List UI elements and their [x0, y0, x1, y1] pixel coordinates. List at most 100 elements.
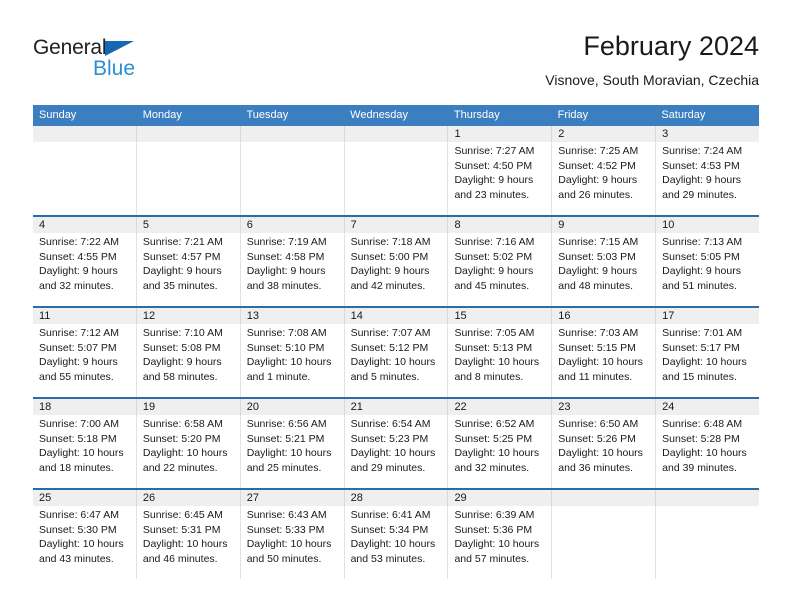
calendar-week-row: 18 19 20 21 22 23 24 Sunrise: 7:00 AM Sunset: 5:…: [33, 399, 759, 490]
day-info-line: Sunrise: 7:07 AM: [350, 327, 431, 339]
day-cell-5[interactable]: Sunrise: 7:21 AM Sunset: 4:57 PM Daylight:…: [137, 233, 241, 306]
day-number-29[interactable]: 29: [448, 490, 553, 506]
day-info-line: and 8 minutes.: [454, 370, 524, 383]
day-number-22[interactable]: 22: [448, 399, 553, 415]
day-number-12[interactable]: 12: [137, 308, 241, 324]
day-number-18[interactable]: 18: [33, 399, 137, 415]
day-info-line: and 45 minutes.: [454, 279, 530, 292]
day-info-line: and 57 minutes.: [454, 552, 530, 565]
day-info-line: Daylight: 10 hours: [142, 538, 228, 550]
day-cell-23[interactable]: Sunrise: 6:50 AM Sunset: 5:26 PM Daylight:…: [552, 415, 657, 488]
day-cell-14[interactable]: Sunrise: 7:07 AM Sunset: 5:12 PM Daylight:…: [345, 324, 449, 397]
day-info-line: and 29 minutes.: [350, 461, 426, 474]
day-number-28[interactable]: 28: [345, 490, 449, 506]
day-info-line: Sunset: 4:57 PM: [142, 250, 221, 263]
day-number-20[interactable]: 20: [241, 399, 345, 415]
day-info-line: Sunset: 5:17 PM: [662, 341, 740, 354]
day-number-23[interactable]: 23: [552, 399, 657, 415]
calendar-weeks: 1 2 3 Sunrise: 7:27 AM Sunset: 4:50 PM Daylig…: [33, 126, 759, 579]
day-cell-19[interactable]: Sunrise: 6:58 AM Sunset: 5:20 PM Daylight:…: [137, 415, 241, 488]
day-info-line: Sunrise: 7:25 AM: [558, 145, 639, 157]
day-info-line: Sunrise: 6:47 AM: [39, 509, 119, 521]
day-cell-4[interactable]: Sunrise: 7:22 AM Sunset: 4:55 PM Daylight:…: [33, 233, 137, 306]
day-number-24[interactable]: 24: [656, 399, 759, 415]
day-number-13[interactable]: 13: [241, 308, 345, 324]
day-cell-empty: [241, 142, 345, 215]
day-number-6[interactable]: 6: [241, 217, 345, 233]
day-cell-17[interactable]: Sunrise: 7:01 AM Sunset: 5:17 PM Daylight:…: [656, 324, 759, 397]
day-info-line: Sunset: 4:50 PM: [454, 159, 533, 172]
day-info-line: Daylight: 9 hours: [350, 265, 430, 277]
day-cell-26[interactable]: Sunrise: 6:45 AM Sunset: 5:31 PM Daylight:…: [137, 506, 241, 579]
day-cell-1[interactable]: Sunrise: 7:27 AM Sunset: 4:50 PM Daylight:…: [448, 142, 553, 215]
day-cell-8[interactable]: Sunrise: 7:16 AM Sunset: 5:02 PM Daylight:…: [448, 233, 553, 306]
day-info-line: and 53 minutes.: [350, 552, 426, 565]
day-number-4[interactable]: 4: [33, 217, 137, 233]
day-number-25[interactable]: 25: [33, 490, 137, 506]
day-cell-10[interactable]: Sunrise: 7:13 AM Sunset: 5:05 PM Daylight:…: [656, 233, 759, 306]
day-info-line: Sunset: 5:18 PM: [39, 432, 117, 445]
day-cell-2[interactable]: Sunrise: 7:25 AM Sunset: 4:52 PM Daylight:…: [552, 142, 657, 215]
day-cell-15[interactable]: Sunrise: 7:05 AM Sunset: 5:13 PM Daylight:…: [448, 324, 553, 397]
day-number-19[interactable]: 19: [137, 399, 241, 415]
day-number-1[interactable]: 1: [448, 126, 553, 142]
logo-triangle-icon: [105, 41, 134, 56]
day-info-line: Daylight: 10 hours: [454, 538, 540, 550]
day-number-5[interactable]: 5: [137, 217, 241, 233]
day-info-line: Sunset: 5:07 PM: [39, 341, 117, 354]
day-cell-21[interactable]: Sunrise: 6:54 AM Sunset: 5:23 PM Daylight:…: [345, 415, 449, 488]
day-cell-29[interactable]: Sunrise: 6:39 AM Sunset: 5:36 PM Daylight:…: [448, 506, 553, 579]
day-number-3[interactable]: 3: [656, 126, 759, 142]
day-cell-13[interactable]: Sunrise: 7:08 AM Sunset: 5:10 PM Daylight:…: [241, 324, 345, 397]
day-cell-3[interactable]: Sunrise: 7:24 AM Sunset: 4:53 PM Daylight:…: [656, 142, 759, 215]
day-number-16[interactable]: 16: [552, 308, 657, 324]
day-cell-6[interactable]: Sunrise: 7:19 AM Sunset: 4:58 PM Daylight:…: [241, 233, 345, 306]
day-cell-7[interactable]: Sunrise: 7:18 AM Sunset: 5:00 PM Daylight:…: [345, 233, 449, 306]
day-number-10[interactable]: 10: [656, 217, 759, 233]
day-cell-empty: [552, 506, 657, 579]
day-info-line: Sunrise: 6:45 AM: [142, 509, 223, 521]
day-info-line: Daylight: 10 hours: [142, 447, 228, 459]
day-info-line: Daylight: 10 hours: [246, 356, 332, 368]
day-info-line: Sunset: 5:10 PM: [246, 341, 325, 354]
day-info-line: and 48 minutes.: [558, 279, 634, 292]
day-number-8[interactable]: 8: [448, 217, 553, 233]
day-cell-18[interactable]: Sunrise: 7:00 AM Sunset: 5:18 PM Daylight:…: [33, 415, 137, 488]
day-cell-27[interactable]: Sunrise: 6:43 AM Sunset: 5:33 PM Daylight:…: [241, 506, 345, 579]
day-info-line: Daylight: 9 hours: [39, 356, 118, 368]
day-number-11[interactable]: 11: [33, 308, 137, 324]
day-info-line: Sunset: 5:12 PM: [350, 341, 429, 354]
day-cell-12[interactable]: Sunrise: 7:10 AM Sunset: 5:08 PM Daylight:…: [137, 324, 241, 397]
day-number-26[interactable]: 26: [137, 490, 241, 506]
day-cell-25[interactable]: Sunrise: 6:47 AM Sunset: 5:30 PM Daylight:…: [33, 506, 137, 579]
day-cell-22[interactable]: Sunrise: 6:52 AM Sunset: 5:25 PM Daylight:…: [448, 415, 553, 488]
day-info-line: Daylight: 10 hours: [350, 447, 436, 459]
day-number-band: 25 26 27 28 29: [33, 490, 759, 506]
day-info-line: Sunrise: 7:13 AM: [662, 236, 743, 248]
day-info-line: Daylight: 9 hours: [662, 174, 741, 186]
day-number-empty: [137, 126, 241, 142]
day-info-line: Sunset: 5:30 PM: [39, 523, 117, 536]
day-info-line: Daylight: 9 hours: [454, 265, 534, 277]
calendar-week-row: 1 2 3 Sunrise: 7:27 AM Sunset: 4:50 PM Daylig…: [33, 126, 759, 217]
day-number-2[interactable]: 2: [552, 126, 657, 142]
day-info-line: Sunset: 5:13 PM: [454, 341, 533, 354]
day-number-9[interactable]: 9: [552, 217, 657, 233]
day-number-7[interactable]: 7: [345, 217, 449, 233]
day-number-15[interactable]: 15: [448, 308, 553, 324]
day-info-line: Daylight: 10 hours: [558, 356, 643, 368]
day-cell-28[interactable]: Sunrise: 6:41 AM Sunset: 5:34 PM Daylight:…: [345, 506, 449, 579]
day-cell-9[interactable]: Sunrise: 7:15 AM Sunset: 5:03 PM Daylight:…: [552, 233, 657, 306]
day-info-line: and 50 minutes.: [246, 552, 322, 565]
day-info-line: and 23 minutes.: [454, 188, 530, 201]
day-cell-20[interactable]: Sunrise: 6:56 AM Sunset: 5:21 PM Daylight:…: [241, 415, 345, 488]
day-number-21[interactable]: 21: [345, 399, 449, 415]
day-info-line: Sunrise: 6:50 AM: [558, 418, 639, 430]
day-cell-11[interactable]: Sunrise: 7:12 AM Sunset: 5:07 PM Daylight:…: [33, 324, 137, 397]
day-cell-16[interactable]: Sunrise: 7:03 AM Sunset: 5:15 PM Daylight:…: [552, 324, 657, 397]
day-number-17[interactable]: 17: [656, 308, 759, 324]
day-cell-24[interactable]: Sunrise: 6:48 AM Sunset: 5:28 PM Daylight:…: [656, 415, 759, 488]
day-number-27[interactable]: 27: [241, 490, 345, 506]
day-number-14[interactable]: 14: [345, 308, 449, 324]
day-info-line: and 11 minutes.: [558, 370, 633, 383]
